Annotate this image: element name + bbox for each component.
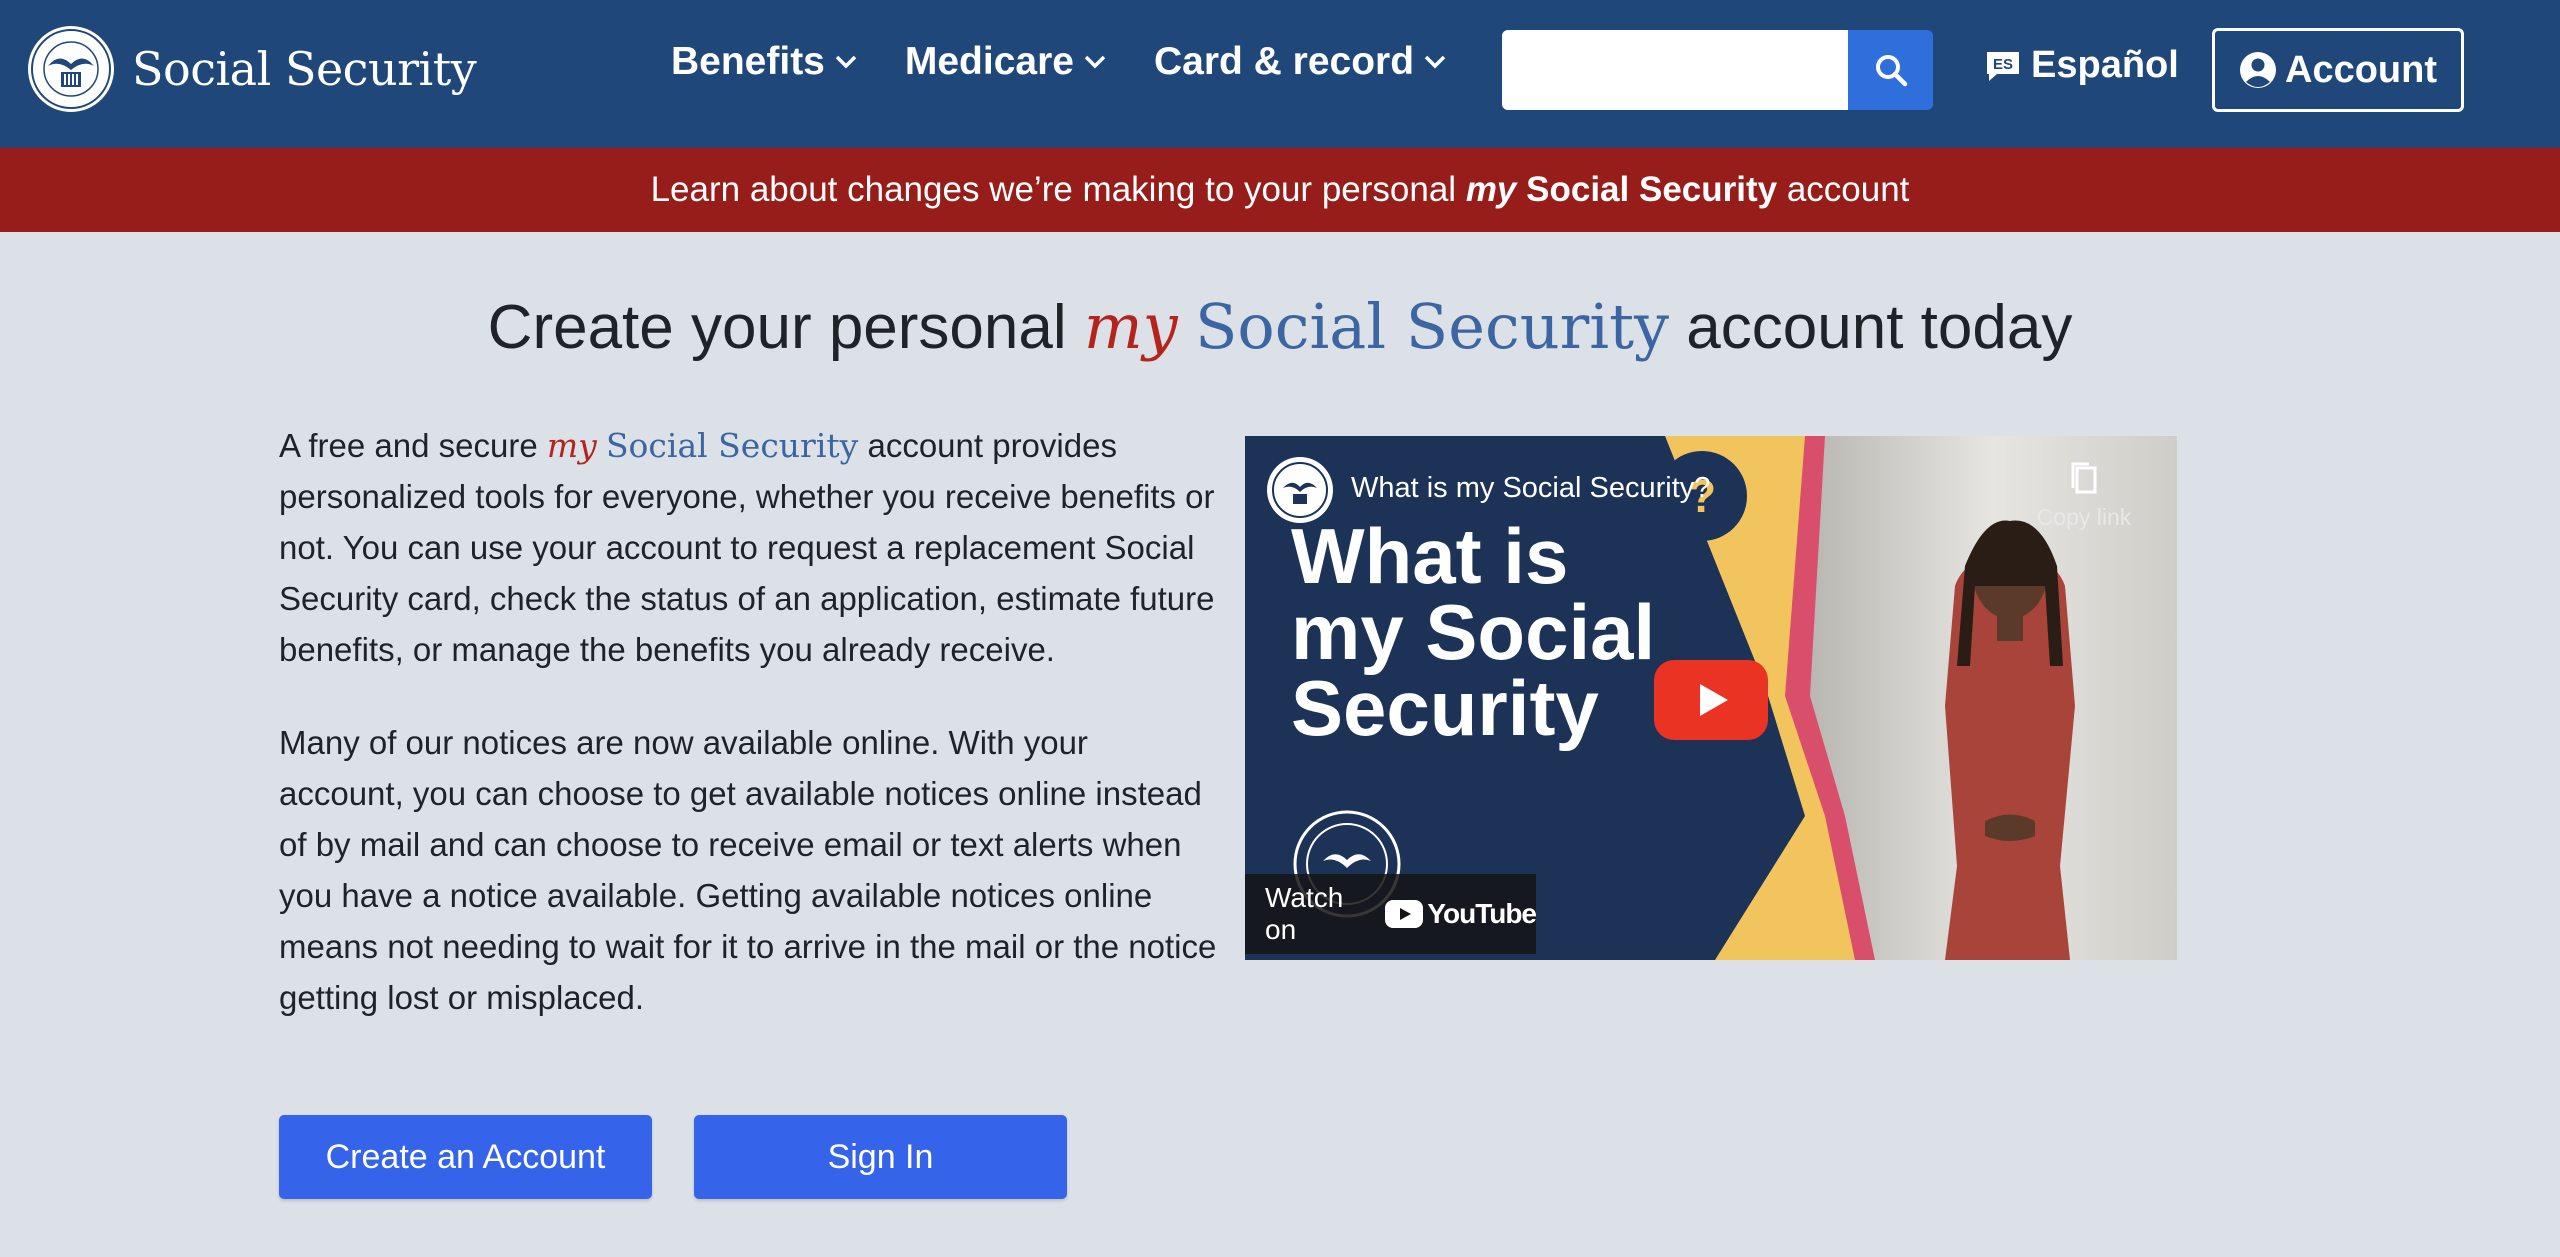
create-account-button[interactable]: Create an Account [279,1115,652,1199]
p1-ss: Social Security [605,426,859,465]
nav-benefits[interactable]: Benefits [671,40,857,84]
banner-prefix: Learn about changes we’re making to your… [650,170,1466,209]
svg-text:ES: ES [1993,56,2013,73]
chevron-down-icon [1084,55,1106,69]
es-language-icon: ES [1987,51,2019,81]
main-nav: Benefits Medicare Card & record [671,40,1494,84]
p1-my: my [546,426,597,465]
logo-text: Social Security [132,42,477,96]
search-icon [1875,55,1907,87]
ssa-logo-link[interactable]: Social Security [26,24,477,114]
youtube-icon [1385,900,1424,928]
watch-on-label: Watch on [1265,882,1344,945]
copy-link-button[interactable]: Copy link [2029,460,2139,531]
youtube-wordmark: YouTube [1427,898,1537,929]
intro-paragraph-1: A free and secure my Social Security acc… [279,420,1219,675]
nav-card-record-label: Card & record [1153,40,1415,83]
p1-prefix: A free and secure [279,427,547,464]
cta-buttons: Create an Account Sign In [279,1115,1109,1199]
site-search [1502,30,1933,110]
video-embed[interactable]: ? What is my Social Security? What is my… [1245,436,2177,960]
title-prefix: Create your personal [487,293,1084,362]
banner-my: my [1465,170,1517,209]
account-label: Account [2285,48,2437,91]
nav-medicare[interactable]: Medicare [905,40,1106,84]
watch-on-youtube-button[interactable]: Watch on YouTube [1245,874,1537,954]
search-button[interactable] [1848,30,1933,110]
video-overlay-line-2: my Social [1291,588,1656,676]
video-title[interactable]: What is my Social Security? [1351,472,1710,505]
video-overlay-line-3: Security [1291,664,1599,752]
banner-ss: Social Security [1526,170,1778,209]
youtube-logo: YouTube [1385,898,1537,930]
site-header: Social Security Benefits Medicare Card &… [0,0,2560,148]
sign-in-button[interactable]: Sign In [694,1115,1067,1199]
intro-paragraph-2: Many of our notices are now available on… [279,724,1217,1016]
intro-text: A free and secure my Social Security acc… [279,420,1219,1065]
chevron-down-icon [835,55,857,69]
video-overlay-text: What is my Social Security [1291,512,1656,752]
title-suffix: account today [1669,293,2073,362]
copy-icon [2071,462,2097,494]
alert-banner: Learn about changes we’re making to your… [0,148,2560,232]
search-input[interactable] [1502,30,1848,110]
video-overlay-line-1: What is [1291,512,1569,600]
account-button[interactable]: Account [2212,28,2464,112]
nav-medicare-label: Medicare [904,40,1074,83]
ssa-seal-icon [28,26,114,112]
chevron-down-icon [1424,55,1446,69]
espanol-label: Español [2031,44,2179,86]
title-ss: Social Security [1194,290,1670,363]
copy-link-label: Copy link [2036,504,2132,530]
nav-benefits-label: Benefits [671,40,825,83]
banner-mss: my Social Security [1466,170,1777,209]
user-circle-icon [2240,52,2276,88]
espanol-link[interactable]: ES Español [1985,44,2179,87]
nav-card-record[interactable]: Card & record [1154,40,1446,84]
page-title: Create your personal my Social Security … [0,290,2560,363]
banner-link[interactable]: Learn about changes we’re making to your… [651,170,1910,210]
banner-suffix: account [1777,170,1910,209]
title-my: my [1083,290,1178,363]
play-icon[interactable] [1654,660,1768,740]
